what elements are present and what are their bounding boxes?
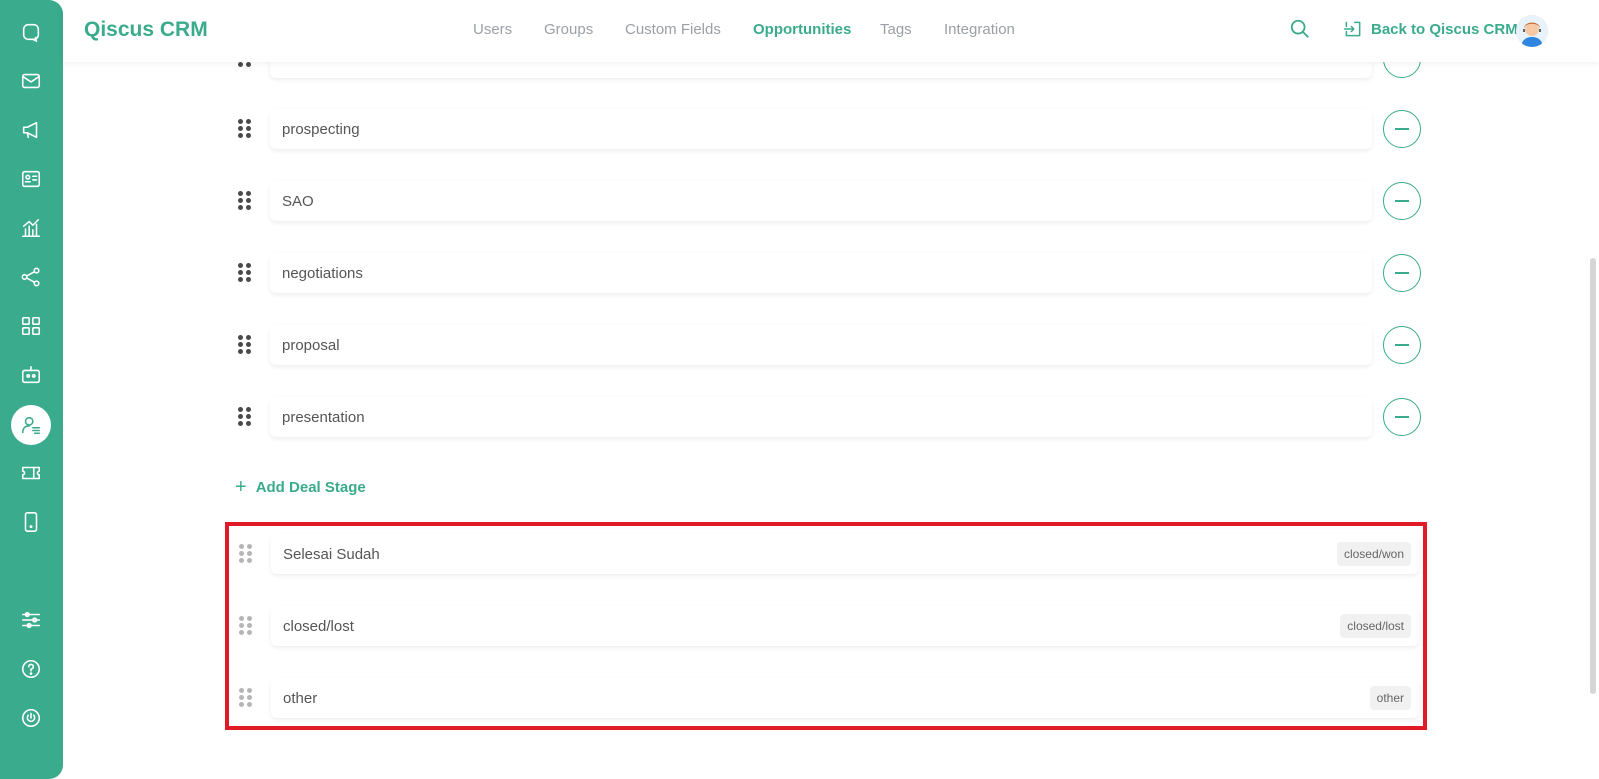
- remove-stage-button[interactable]: [1383, 398, 1421, 436]
- plus-icon: +: [235, 476, 247, 498]
- stage-name: proposal: [282, 336, 340, 354]
- megaphone-icon[interactable]: [11, 110, 51, 150]
- sidebar: [0, 0, 63, 779]
- remove-stage-button[interactable]: [1383, 182, 1421, 220]
- mobile-icon[interactable]: [11, 502, 51, 542]
- chat-icon[interactable]: [11, 12, 51, 52]
- brand-logo[interactable]: Qiscus CRM: [84, 18, 208, 42]
- stage-input[interactable]: prospecting: [270, 109, 1372, 149]
- stage-input[interactable]: negotiations: [270, 253, 1372, 293]
- help-icon[interactable]: [11, 649, 51, 689]
- power-icon[interactable]: [11, 698, 51, 738]
- add-deal-stage-label: Add Deal Stage: [255, 478, 366, 496]
- stage-input[interactable]: SAO: [270, 181, 1372, 221]
- stage-input[interactable]: proposal: [270, 325, 1372, 365]
- nav-tags[interactable]: Tags: [880, 21, 912, 38]
- stage-input[interactable]: presentation: [270, 397, 1372, 437]
- drag-handle: [239, 544, 252, 564]
- minus-icon: [1395, 344, 1409, 346]
- fixed-stage-name: closed/lost: [283, 617, 354, 635]
- remove-stage-button[interactable]: [1383, 254, 1421, 292]
- fixed-stage-row: closed/lost closed/lost: [271, 606, 1419, 646]
- drag-handle[interactable]: [238, 335, 251, 355]
- stage-name: presentation: [282, 408, 365, 426]
- nav-custom-fields[interactable]: Custom Fields: [625, 21, 721, 38]
- avatar[interactable]: [1516, 15, 1548, 47]
- stage-type-badge: closed/lost: [1340, 614, 1411, 638]
- stage-type-badge: closed/won: [1336, 542, 1411, 566]
- contact-card-icon[interactable]: [11, 159, 51, 199]
- minus-icon: [1395, 128, 1409, 130]
- nav-users[interactable]: Users: [473, 21, 512, 38]
- nav-opportunities[interactable]: Opportunities: [753, 21, 851, 38]
- mail-icon[interactable]: [11, 61, 51, 101]
- add-deal-stage-button[interactable]: + Add Deal Stage: [235, 477, 366, 497]
- fixed-stage-name: other: [283, 689, 318, 707]
- analytics-icon[interactable]: [11, 208, 51, 248]
- drag-handle[interactable]: [238, 191, 251, 211]
- nav-groups[interactable]: Groups: [544, 21, 593, 38]
- drag-handle[interactable]: [238, 263, 251, 283]
- vertical-scrollbar[interactable]: [1590, 258, 1596, 694]
- fixed-stage-name: Selesai Sudah: [283, 545, 380, 563]
- stage-name: prospecting: [282, 120, 360, 138]
- back-to-crm-label: Back to Qiscus CRM: [1371, 20, 1518, 38]
- fixed-stage-row: other other: [271, 678, 1419, 718]
- fixed-stage-row: Selesai Sudah closed/won: [271, 534, 1419, 574]
- robot-icon[interactable]: [11, 355, 51, 395]
- drag-handle: [239, 616, 252, 636]
- stage-name: negotiations: [282, 264, 363, 282]
- exit-icon: [1343, 21, 1361, 37]
- settings-sliders-icon[interactable]: [11, 600, 51, 640]
- drag-handle: [239, 688, 252, 708]
- nav-integration[interactable]: Integration: [944, 21, 1015, 38]
- top-header: Qiscus CRM Users Groups Custom Fields Op…: [63, 0, 1599, 62]
- drag-handle[interactable]: [238, 119, 251, 139]
- minus-icon: [1395, 272, 1409, 274]
- remove-stage-button[interactable]: [1383, 110, 1421, 148]
- stage-name: SAO: [282, 192, 314, 210]
- crm-user-icon[interactable]: [11, 405, 51, 445]
- remove-stage-button[interactable]: [1383, 326, 1421, 364]
- minus-icon: [1395, 416, 1409, 418]
- drag-handle[interactable]: [238, 407, 251, 427]
- minus-icon: [1395, 200, 1409, 202]
- stage-type-badge: other: [1369, 686, 1411, 710]
- search-icon[interactable]: [1289, 18, 1315, 44]
- share-icon[interactable]: [11, 257, 51, 297]
- back-to-crm-link[interactable]: Back to Qiscus CRM: [1343, 19, 1518, 39]
- apps-icon[interactable]: [11, 306, 51, 346]
- ticket-icon[interactable]: [11, 453, 51, 493]
